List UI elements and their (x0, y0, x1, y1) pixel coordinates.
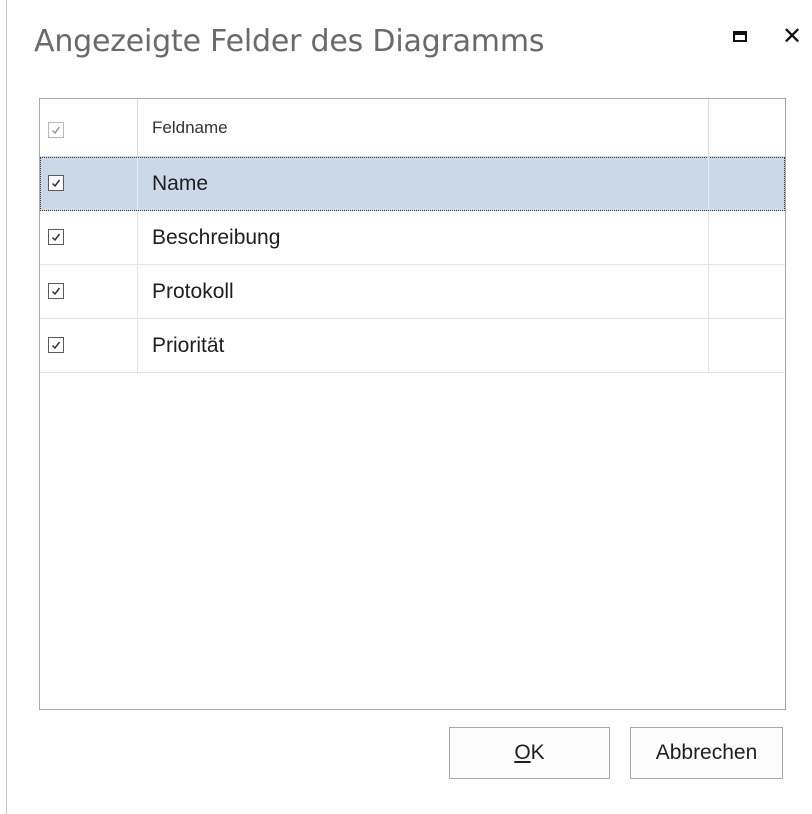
cancel-button[interactable]: Abbrechen (630, 727, 783, 779)
dialog-left-border (6, 0, 7, 814)
grid-header-row: Feldname (40, 99, 785, 157)
check-icon (51, 287, 61, 296)
table-row[interactable]: Beschreibung (40, 211, 785, 265)
maximize-icon (733, 30, 747, 42)
fields-grid[interactable]: Feldname Name Beschreibung Protokoll Priori… (39, 98, 786, 710)
row-extra-cell (709, 265, 785, 318)
close-icon: ✕ (781, 22, 803, 50)
field-visible-checkbox[interactable] (48, 229, 64, 245)
table-row[interactable]: Name (40, 157, 785, 211)
dialog-title: Angezeigte Felder des Diagramms (34, 24, 545, 59)
column-header-fieldname[interactable]: Feldname (138, 99, 709, 156)
check-icon (51, 179, 61, 188)
field-selection-dialog: Angezeigte Felder des Diagramms ✕ Feldna… (0, 0, 812, 814)
field-visible-checkbox[interactable] (48, 175, 64, 191)
ok-mnemonic: O (514, 741, 531, 764)
check-icon (51, 126, 61, 135)
ok-button[interactable]: OK (449, 727, 610, 779)
field-name-cell: Protokoll (138, 265, 709, 318)
header-check-cell (40, 99, 138, 156)
maximize-button[interactable] (726, 22, 754, 50)
table-row[interactable]: Priorität (40, 319, 785, 373)
close-button[interactable]: ✕ (778, 22, 806, 50)
select-all-checkbox[interactable] (48, 122, 64, 138)
row-check-cell (40, 157, 138, 210)
field-name-cell: Name (138, 157, 709, 210)
check-icon (51, 233, 61, 242)
ok-label-rest: K (530, 741, 545, 764)
row-check-cell (40, 319, 138, 372)
field-visible-checkbox[interactable] (48, 283, 64, 299)
row-extra-cell (709, 319, 785, 372)
row-check-cell (40, 265, 138, 318)
field-name-cell: Beschreibung (138, 211, 709, 264)
table-row[interactable]: Protokoll (40, 265, 785, 319)
column-header-extra (709, 99, 785, 156)
field-name-cell: Priorität (138, 319, 709, 372)
row-extra-cell (709, 211, 785, 264)
field-visible-checkbox[interactable] (48, 337, 64, 353)
row-check-cell (40, 211, 138, 264)
check-icon (51, 341, 61, 350)
row-extra-cell (709, 157, 785, 210)
